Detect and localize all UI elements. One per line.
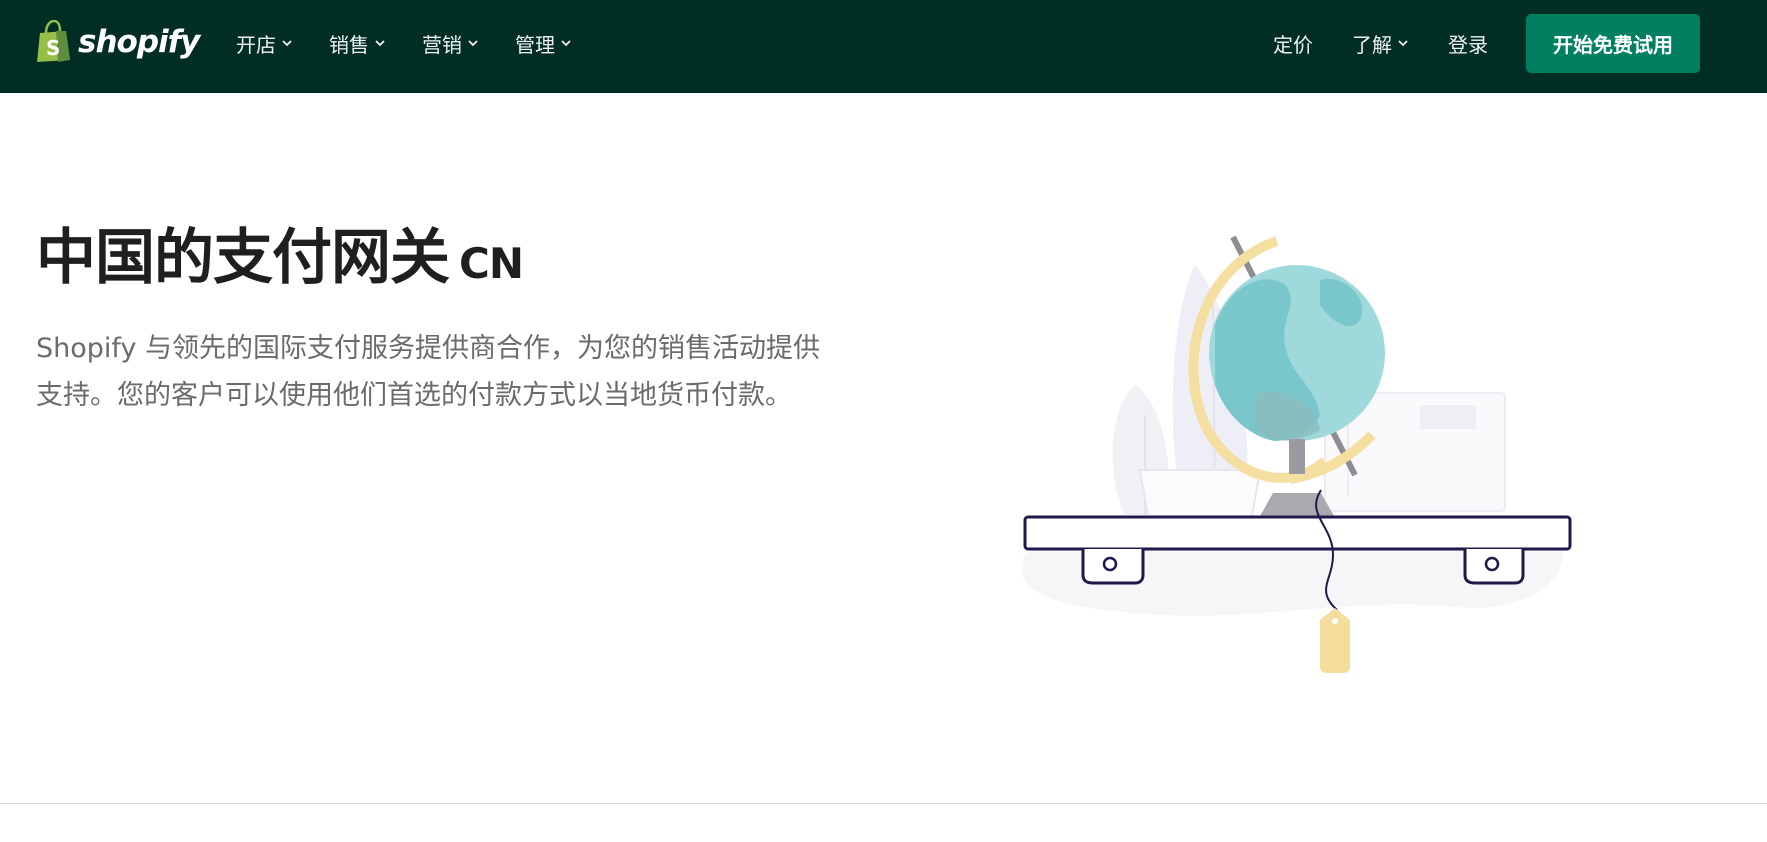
chevron-down-icon: [375, 40, 385, 47]
nav-item-label: 营销: [422, 32, 462, 57]
shopify-logo[interactable]: S shopify: [34, 18, 200, 66]
nav-item-label: 销售: [329, 32, 369, 57]
start-free-trial-button[interactable]: 开始免费试用: [1526, 13, 1700, 73]
nav-item-market[interactable]: 营销: [422, 29, 479, 58]
section-divider: [0, 803, 1767, 804]
nav-item-login[interactable]: 登录: [1448, 29, 1488, 58]
nav-item-pricing[interactable]: 定价: [1273, 29, 1313, 58]
page-title-text: 中国的支付网关: [36, 223, 450, 293]
nav-item-label: 登录: [1448, 32, 1488, 57]
nav-item-open-store[interactable]: 开店: [236, 29, 293, 58]
brand-name: shopify: [78, 24, 200, 60]
nav-item-sell[interactable]: 销售: [329, 29, 386, 58]
country-code: CN: [459, 239, 524, 288]
nav-item-manage[interactable]: 管理: [515, 29, 572, 58]
nav-item-label: 了解: [1352, 32, 1392, 57]
nav-item-label: 开店: [236, 32, 276, 57]
secondary-nav: 定价 了解 登录 开始免费试用: [1273, 0, 1767, 86]
globe-on-shelf-illustration: [1021, 235, 1572, 673]
top-navigation: S shopify 开店 销售 营销 管理 定价 了解 登录 开始免费试用: [0, 0, 1767, 93]
chevron-down-icon: [561, 40, 571, 47]
page-title: 中国的支付网关 CN: [36, 220, 524, 302]
shopping-bag-icon: S: [37, 20, 70, 62]
chevron-down-icon: [1398, 40, 1408, 47]
hero-description: Shopify 与领先的国际支付服务提供商合作，为您的销售活动提供支持。您的客户…: [36, 333, 821, 411]
chevron-down-icon: [282, 40, 292, 47]
nav-item-label: 管理: [515, 32, 555, 57]
nav-item-learn[interactable]: 了解: [1352, 29, 1409, 58]
primary-nav: 开店 销售 营销 管理: [236, 0, 608, 86]
chevron-down-icon: [468, 40, 478, 47]
svg-text:S: S: [46, 36, 60, 60]
nav-item-label: 定价: [1273, 32, 1313, 57]
